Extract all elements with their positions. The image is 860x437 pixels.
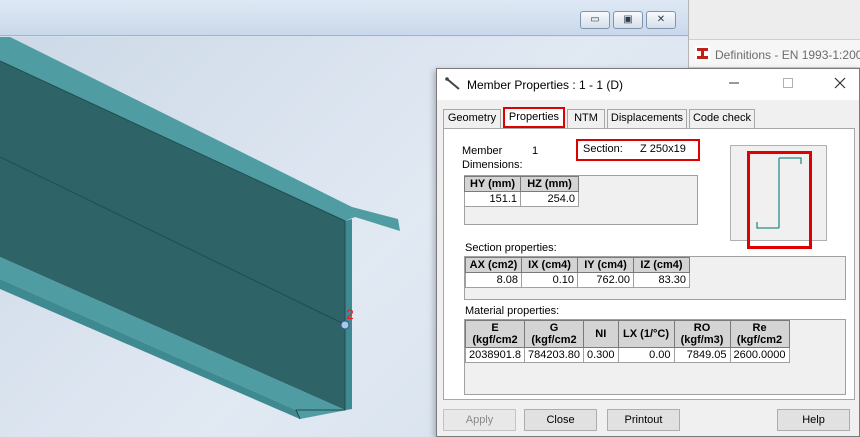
table-cell[interactable]: 7849.05 bbox=[673, 347, 731, 363]
tab-displacements[interactable]: Displacements bbox=[607, 109, 687, 128]
printout-button[interactable]: Printout bbox=[607, 409, 680, 431]
close-button[interactable]: Close bbox=[524, 409, 597, 431]
table-cell[interactable]: 784203.80 bbox=[524, 347, 584, 363]
table-cell[interactable]: 762.00 bbox=[577, 272, 634, 288]
table-cell[interactable]: 0.10 bbox=[521, 272, 578, 288]
table-cell[interactable]: 83.30 bbox=[633, 272, 690, 288]
table-header-row: HY (mm) HZ (mm) bbox=[464, 176, 579, 192]
table-header-row: AX (cm2) IX (cm4) IY (cm4) IZ (cm4) bbox=[465, 257, 690, 273]
column-header-line: (kgf/cm2 bbox=[472, 334, 518, 346]
column-header-line: NI bbox=[595, 328, 607, 340]
dimensions-table: HY (mm) HZ (mm) 151.1 254.0 bbox=[464, 176, 579, 207]
maximize-icon bbox=[783, 78, 793, 88]
table-header-row: E (kgf/cm2 G (kgf/cm2 NI LX (1/°C) RO (k… bbox=[465, 320, 790, 348]
dialog-minimize-button[interactable] bbox=[719, 74, 749, 94]
column-header-line: RO bbox=[693, 322, 711, 334]
member-label: Member bbox=[462, 145, 503, 157]
member-properties-dialog: Member Properties : 1 - 1 (D) Geometry P… bbox=[436, 68, 860, 437]
apply-button[interactable]: Apply bbox=[443, 409, 516, 431]
viewport-close-button[interactable]: ✕ bbox=[646, 11, 676, 29]
help-button[interactable]: Help bbox=[777, 409, 850, 431]
column-header: LX (1/°C) bbox=[617, 320, 675, 348]
section-value: Z 250x19 bbox=[640, 143, 686, 155]
column-header: AX (cm2) bbox=[465, 257, 522, 273]
dimensions-label: Dimensions: bbox=[462, 159, 523, 171]
column-header-line: (kgf/cm2 bbox=[736, 334, 783, 346]
viewport-restore-button[interactable]: ▣ bbox=[613, 11, 643, 29]
column-header: E (kgf/cm2 bbox=[465, 320, 525, 348]
column-header-line: LX (1/°C) bbox=[623, 328, 670, 340]
dialog-titlebar[interactable]: Member Properties : 1 - 1 (D) bbox=[437, 69, 859, 100]
definitions-window-titlebar[interactable]: Definitions - EN 1993-1:2005 bbox=[689, 40, 860, 68]
table-cell[interactable]: 0.00 bbox=[617, 347, 675, 363]
tab-geometry[interactable]: Geometry bbox=[443, 109, 501, 128]
material-properties-label: Material properties: bbox=[465, 305, 560, 317]
table-row[interactable]: 151.1 254.0 bbox=[464, 191, 579, 207]
tab-code-check[interactable]: Code check bbox=[689, 109, 755, 128]
section-properties-table: AX (cm2) IX (cm4) IY (cm4) IZ (cm4) 8.08… bbox=[465, 257, 690, 288]
column-header-line: (kgf/m3) bbox=[680, 334, 724, 346]
column-header: RO (kgf/m3) bbox=[673, 320, 731, 348]
table-row[interactable]: 2038901.8 784203.80 0.300 0.00 7849.05 2… bbox=[465, 347, 790, 363]
minimize-icon bbox=[729, 82, 739, 84]
viewport-titlebar: ▭ ▣ ✕ bbox=[0, 0, 688, 36]
section-label: Section: bbox=[583, 143, 623, 155]
dialog-title: Member Properties : 1 - 1 (D) bbox=[467, 78, 624, 92]
table-row[interactable]: 8.08 0.10 762.00 83.30 bbox=[465, 272, 690, 288]
dialog-close-button[interactable] bbox=[825, 74, 855, 94]
node-marker[interactable] bbox=[340, 320, 350, 330]
close-icon bbox=[834, 77, 846, 89]
table-cell[interactable]: 0.300 bbox=[583, 347, 619, 363]
column-header: HZ (mm) bbox=[520, 176, 579, 192]
node-label: 2 bbox=[346, 306, 354, 322]
column-header: NI bbox=[583, 320, 619, 348]
column-header: G (kgf/cm2 bbox=[524, 320, 584, 348]
section-properties-label: Section properties: bbox=[465, 242, 557, 254]
dialog-maximize-button[interactable] bbox=[773, 74, 803, 94]
column-header: HY (mm) bbox=[464, 176, 521, 192]
column-header-line: E bbox=[491, 322, 499, 334]
tab-properties[interactable]: Properties bbox=[503, 107, 565, 128]
table-cell[interactable]: 8.08 bbox=[465, 272, 522, 288]
column-header-line: (kgf/cm2 bbox=[531, 334, 577, 346]
viewport-minimize-button[interactable]: ▭ bbox=[580, 11, 610, 29]
table-cell[interactable]: 151.1 bbox=[464, 191, 521, 207]
column-header-line: G bbox=[549, 322, 559, 334]
table-cell[interactable]: 2600.0000 bbox=[729, 347, 790, 363]
definitions-app-icon bbox=[695, 46, 710, 61]
member-value: 1 bbox=[532, 145, 539, 157]
column-header: IZ (cm4) bbox=[633, 257, 690, 273]
properties-panel: Member 1 Section: Z 250x19 Dimensions: H… bbox=[443, 128, 855, 400]
member-icon bbox=[445, 77, 460, 90]
material-properties-table: E (kgf/cm2 G (kgf/cm2 NI LX (1/°C) RO (k… bbox=[465, 320, 790, 363]
table-cell[interactable]: 2038901.8 bbox=[465, 347, 525, 363]
table-cell[interactable]: 254.0 bbox=[520, 191, 579, 207]
column-header-line: Re bbox=[752, 322, 767, 334]
tab-ntm[interactable]: NTM bbox=[567, 109, 605, 128]
background-app-toolbar bbox=[689, 0, 860, 40]
preview-highlight-box bbox=[747, 151, 812, 249]
column-header: IX (cm4) bbox=[521, 257, 578, 273]
column-header: IY (cm4) bbox=[577, 257, 634, 273]
column-header: Re (kgf/cm2 bbox=[729, 320, 790, 348]
definitions-window-title: Definitions - EN 1993-1:2005 bbox=[715, 48, 860, 62]
